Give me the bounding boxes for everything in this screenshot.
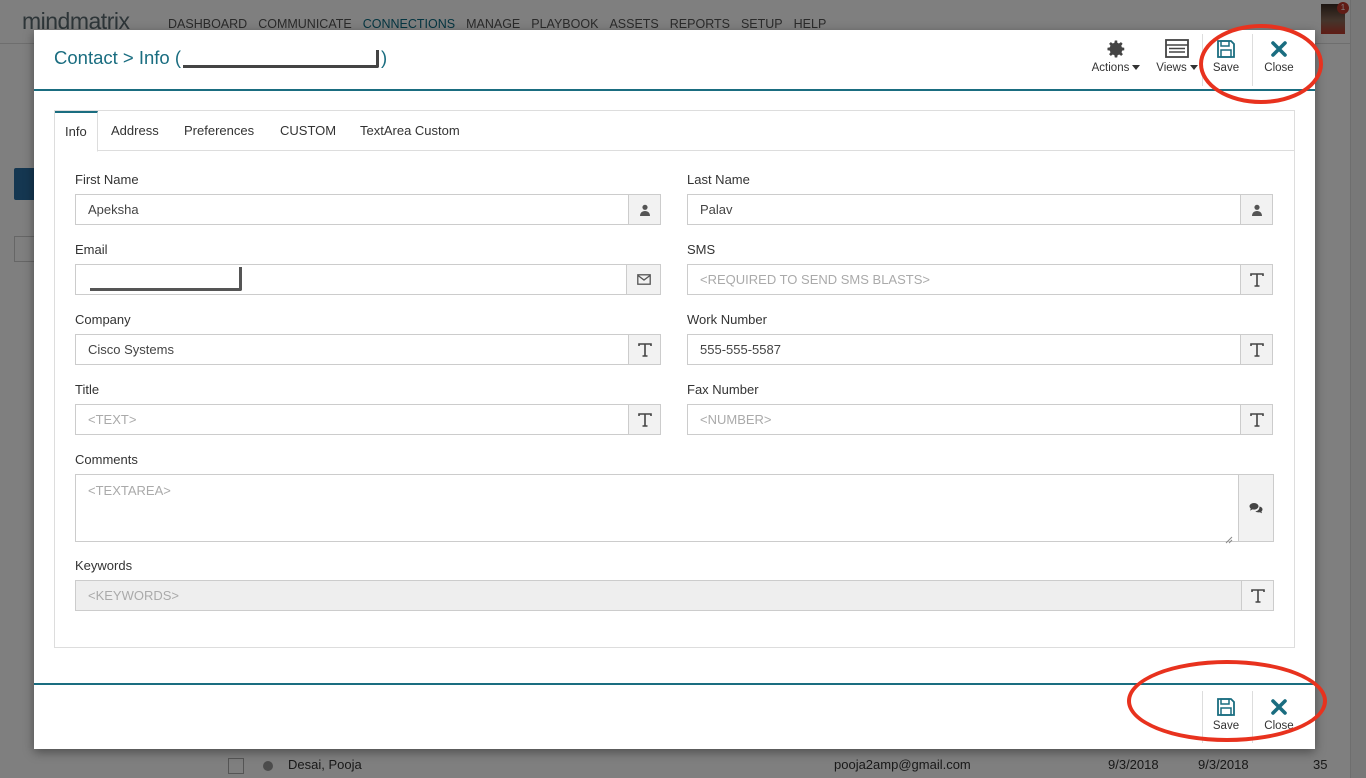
first-name-value: Apeksha [88,202,139,217]
contact-info-modal: Contact > Info () Actions Views Save Clo… [34,30,1315,749]
email-label: Email [75,242,108,257]
title-field[interactable]: <TEXT> [75,404,661,435]
redacted-email [90,267,242,291]
caret-down-icon [1189,65,1198,70]
work-number-value: 555-555-5587 [700,342,781,357]
sms-label: SMS [687,242,716,257]
user-icon [628,195,660,224]
comments-label: Comments [75,452,138,467]
title-prefix: Contact > Info ( [54,47,181,68]
text-icon [1240,335,1272,364]
redacted-contact-name [183,50,379,68]
fax-number-label: Fax Number [687,382,759,397]
modal-header: Contact > Info () Actions Views Save Clo… [34,30,1315,91]
list-view-icon [1152,38,1202,60]
user-icon [1240,195,1272,224]
views-button[interactable]: Views [1152,38,1202,74]
resize-grip-icon[interactable] [1225,531,1233,544]
sms-placeholder: <REQUIRED TO SEND SMS BLASTS> [700,272,930,287]
company-label: Company [75,312,131,327]
tab-textarea-custom[interactable]: TextArea Custom [350,111,470,151]
last-name-field[interactable]: Palav [687,194,1273,225]
tab-bar: Info Address Preferences CUSTOM TextArea… [55,111,1294,152]
first-name-field[interactable]: Apeksha [75,194,661,225]
caret-down-icon [1132,65,1141,70]
text-icon [628,405,660,434]
tab-preferences[interactable]: Preferences [174,111,264,151]
contact-form-card: Info Address Preferences CUSTOM TextArea… [54,110,1295,648]
fax-number-placeholder: <NUMBER> [700,412,772,427]
title-placeholder: <TEXT> [88,412,137,427]
envelope-icon [626,265,660,294]
comments-placeholder: <TEXTAREA> [88,483,171,498]
gear-icon [1088,38,1144,60]
title-suffix: ) [381,47,388,68]
work-number-label: Work Number [687,312,767,327]
actions-button[interactable]: Actions [1088,38,1144,74]
annotation-ellipse-top [1199,24,1323,104]
text-icon [628,335,660,364]
fax-number-field[interactable]: <NUMBER> [687,404,1273,435]
tab-custom[interactable]: CUSTOM [270,111,346,151]
title-label: Title [75,382,100,397]
text-icon [1241,581,1273,610]
keywords-field[interactable]: <KEYWORDS> [75,580,1274,611]
text-icon [1240,405,1272,434]
page-title: Contact > Info () [54,47,387,69]
sms-field[interactable]: <REQUIRED TO SEND SMS BLASTS> [687,264,1273,295]
actions-label: Actions [1091,62,1130,74]
first-name-label: First Name [75,172,139,187]
comment-icon [1238,475,1273,541]
work-number-field[interactable]: 555-555-5587 [687,334,1273,365]
company-value: Cisco Systems [88,342,174,357]
comments-textarea[interactable]: <TEXTAREA> [75,474,1274,544]
annotation-ellipse-bottom [1127,660,1327,742]
last-name-label: Last Name [687,172,750,187]
views-label: Views [1156,62,1187,74]
text-icon [1240,265,1272,294]
tab-address[interactable]: Address [101,111,169,151]
tab-info[interactable]: Info [55,111,98,152]
company-field[interactable]: Cisco Systems [75,334,661,365]
keywords-placeholder: <KEYWORDS> [88,588,180,603]
last-name-value: Palav [700,202,733,217]
modal-footer: Save Close [34,683,1315,749]
keywords-label: Keywords [75,558,133,573]
email-field[interactable] [75,264,661,295]
